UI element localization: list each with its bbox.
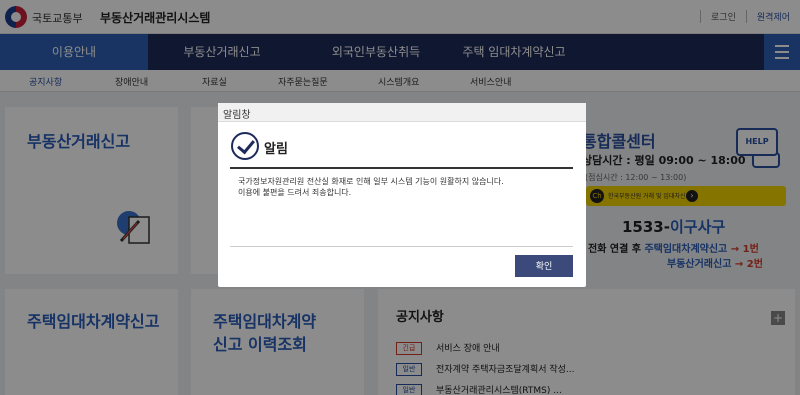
check-circle-icon <box>231 132 259 160</box>
footer-divider <box>230 246 573 247</box>
ok-button[interactable]: 확인 <box>515 255 573 277</box>
alert-message-line2: 이용에 불편을 드려서 죄송합니다. <box>238 188 352 197</box>
alert-message: 국가정보자원관리원 전산실 화재로 인해 일부 시스템 기능이 원활하지 않습니… <box>238 176 568 198</box>
alert-dialog: 알림창 알림 국가정보자원관리원 전산실 화재로 인해 일부 시스템 기능이 원… <box>218 103 586 287</box>
dialog-window-title: 알림창 <box>223 110 251 121</box>
alert-heading: 알림 <box>264 142 288 157</box>
alert-message-line1: 국가정보자원관리원 전산실 화재로 인해 일부 시스템 기능이 원활하지 않습니… <box>238 177 504 186</box>
heading-divider <box>230 167 573 169</box>
dialog-titlebar: 알림창 <box>218 103 586 122</box>
